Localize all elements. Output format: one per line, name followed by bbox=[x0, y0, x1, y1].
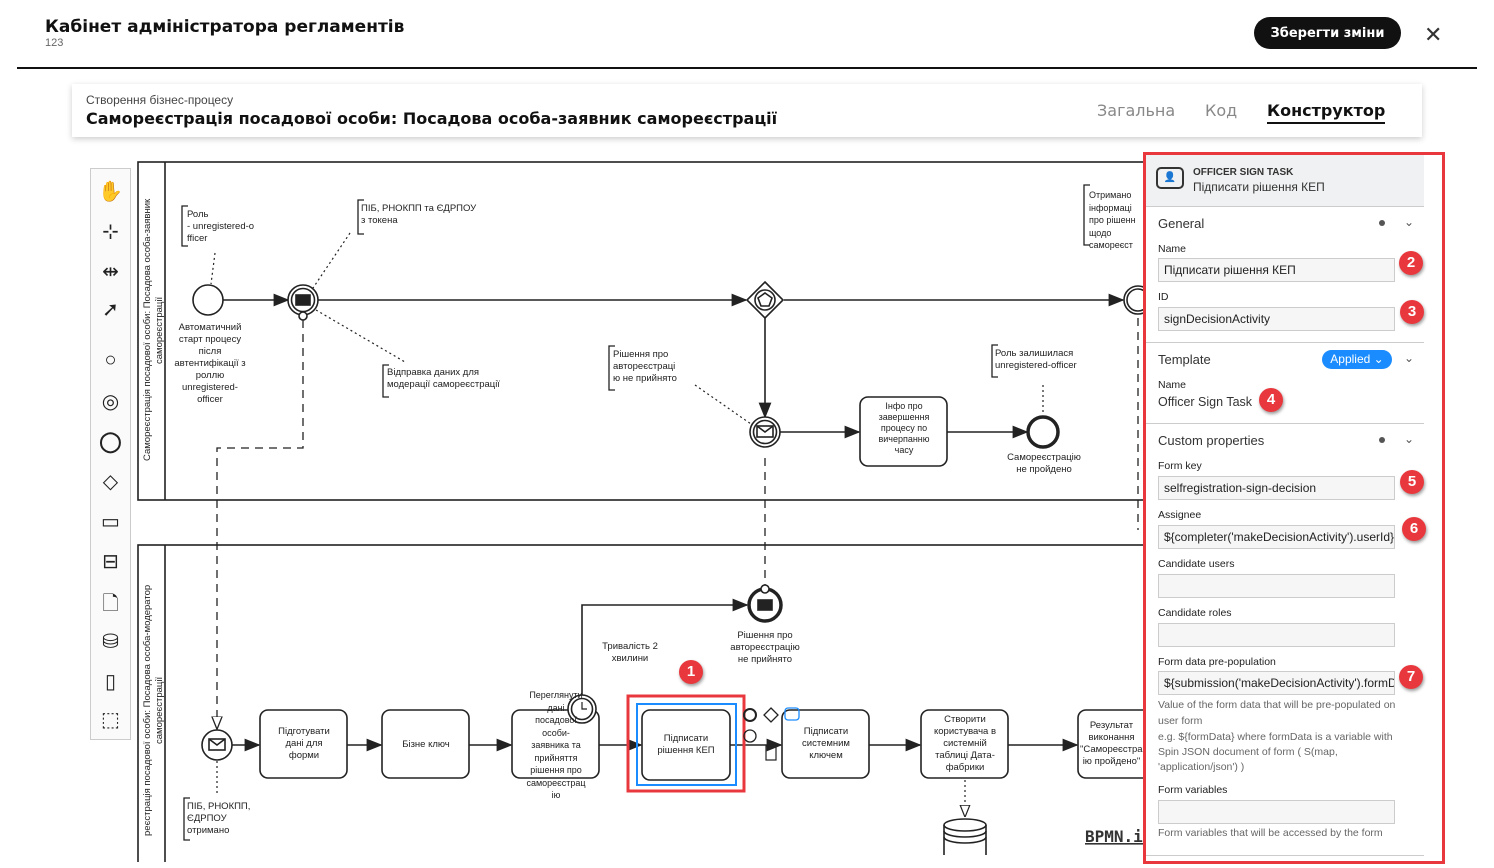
section-custom-properties[interactable]: Custom properties bbox=[1158, 433, 1264, 448]
section-template[interactable]: Template bbox=[1158, 352, 1211, 367]
prepopulation-example: e.g. ${formData} where formData is a var… bbox=[1158, 731, 1393, 773]
applied-label: Applied bbox=[1330, 352, 1371, 366]
task-create-user-label: Створити користувача в системній таблиці… bbox=[933, 714, 997, 773]
section-general[interactable]: General bbox=[1158, 216, 1204, 231]
assignee-label: Assignee bbox=[1158, 509, 1202, 521]
badge-4: 4 bbox=[1259, 388, 1283, 412]
message-end-label: Рішення про автореєстрацію не прийнято bbox=[730, 630, 800, 665]
id-label: ID bbox=[1158, 291, 1169, 303]
status-dot bbox=[1379, 437, 1385, 443]
name-label: Name bbox=[1158, 243, 1187, 255]
badge-1: 1 bbox=[679, 660, 703, 684]
annotation-pib-token: ПІБ, РНОКПП та ЄДРПОУ з токена bbox=[361, 203, 477, 226]
pool-moderator bbox=[137, 544, 1143, 862]
task-sign-label: Підписати рішення КЕП bbox=[657, 733, 715, 756]
task-review-label: Переглянути дані посадової особи- заявни… bbox=[526, 690, 586, 800]
pool-label-moderator: реєстрація посадової особи: Посадова осо… bbox=[142, 584, 165, 836]
annotation-role-left: Роль залишилася unregistered-officer bbox=[995, 348, 1077, 371]
form-key-label: Form key bbox=[1158, 460, 1202, 472]
assignee-input[interactable]: ${completer('makeDecisionActivity').user… bbox=[1158, 525, 1395, 549]
element-type: OFFICER SIGN TASK bbox=[1193, 167, 1294, 178]
form-variables-label: Form variables bbox=[1158, 784, 1228, 796]
chevron-down-icon[interactable]: ⌄ bbox=[1404, 215, 1414, 229]
end-event bbox=[1026, 415, 1060, 449]
candidate-users-label: Candidate users bbox=[1158, 558, 1235, 570]
candidate-roles-label: Candidate roles bbox=[1158, 607, 1232, 619]
task-result-label: Результат виконання "Самореєстрац ію про… bbox=[1080, 720, 1143, 767]
applied-dropdown[interactable]: Applied ⌄ bbox=[1322, 350, 1392, 369]
name-input[interactable]: Підписати рішення КЕП bbox=[1158, 258, 1395, 282]
task-prepare-label: Підготувати дані для форми bbox=[278, 726, 330, 761]
annotation-role: Роль - unregistered-o fficer bbox=[187, 209, 255, 244]
data-store bbox=[943, 818, 987, 855]
pool-applicant bbox=[137, 161, 1143, 501]
candidate-users-input[interactable] bbox=[1158, 574, 1395, 598]
badge-5: 5 bbox=[1400, 470, 1424, 494]
task-info-label: Інфо про завершення процесу по вичерпанн… bbox=[878, 401, 930, 455]
task-bkey-label: Бізне ключ bbox=[402, 739, 450, 750]
end-event-label: Самореєстрацію не пройдено bbox=[1007, 452, 1081, 475]
annotation-pib-received: ПІБ, РНОКПП, ЄДРПОУ отримано bbox=[187, 801, 251, 836]
form-key-input[interactable]: selfregistration-sign-decision bbox=[1158, 476, 1395, 500]
template-name-label: Name bbox=[1158, 379, 1187, 391]
start-event-label: Автоматичний старт процесу після автенти… bbox=[174, 322, 246, 405]
timer-label: Тривалість 2 хвилини bbox=[602, 641, 658, 664]
element-name: Підписати рішення КЕП bbox=[1193, 180, 1325, 194]
annotation-send: Відправка даних для модерації самореєстр… bbox=[387, 367, 500, 390]
badge-3: 3 bbox=[1400, 300, 1424, 324]
annotation-received: Отримано інформаці про рішенн щодо самор… bbox=[1089, 190, 1136, 250]
chevron-down-icon[interactable]: ⌄ bbox=[1404, 432, 1414, 446]
chevron-down-icon[interactable]: ⌄ bbox=[1404, 351, 1414, 365]
annotation-decision: Рішення про автореєстраці ю не прийнято bbox=[613, 349, 677, 384]
panel-header: 👤 OFFICER SIGN TASK Підписати рішення КЕ… bbox=[1146, 155, 1424, 207]
template-name-value: Officer Sign Task bbox=[1158, 395, 1253, 409]
candidate-roles-input[interactable] bbox=[1158, 623, 1395, 647]
form-variables-hint: Form variables that will be accessed by … bbox=[1158, 827, 1383, 839]
form-variables-input[interactable] bbox=[1158, 800, 1395, 824]
badge-2: 2 bbox=[1399, 251, 1423, 275]
status-dot bbox=[1379, 220, 1385, 226]
user-task-icon: 👤 bbox=[1156, 167, 1184, 189]
prepopulation-input[interactable]: ${submission('makeDecisionActivity').for… bbox=[1158, 671, 1395, 695]
badge-7: 7 bbox=[1399, 665, 1423, 689]
badge-6: 6 bbox=[1402, 517, 1426, 541]
prepopulation-hint: Value of the form data that will be pre-… bbox=[1158, 699, 1396, 727]
task-sys-sign-label: Підписати системним ключем bbox=[802, 726, 850, 761]
id-input[interactable]: signDecisionActivity bbox=[1158, 307, 1395, 331]
prepopulation-label: Form data pre-population bbox=[1158, 656, 1276, 668]
start-event bbox=[192, 284, 224, 316]
